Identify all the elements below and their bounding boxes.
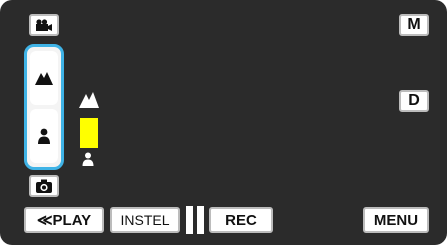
play-button[interactable]: ≪PLAY xyxy=(24,207,104,233)
person-small-icon xyxy=(82,152,94,166)
pause-bar-right xyxy=(197,206,204,234)
person-icon xyxy=(38,128,50,144)
play-label: ≪PLAY xyxy=(36,212,92,229)
mountains-icon xyxy=(35,72,53,85)
manual-mode-button[interactable]: M xyxy=(399,14,429,36)
menu-label: MENU xyxy=(373,211,419,229)
zoom-level-bar xyxy=(80,118,98,148)
manual-mode-label: M xyxy=(407,16,421,33)
pause-bar-left xyxy=(186,206,193,234)
camera-screen: M D ≪PLAY INSTEL REC MENU xyxy=(0,0,447,245)
instel-button[interactable]: INSTEL xyxy=(110,207,180,233)
zoom-wide-button[interactable] xyxy=(30,109,58,163)
display-label: D xyxy=(408,92,420,109)
rec-button[interactable]: REC xyxy=(209,207,273,233)
video-camera-icon xyxy=(36,19,52,31)
zoom-control-group xyxy=(24,44,64,170)
camera-mode-button[interactable] xyxy=(29,175,59,197)
camera-icon xyxy=(36,179,52,193)
menu-button[interactable]: MENU xyxy=(363,207,429,233)
zoom-tele-button[interactable] xyxy=(30,51,58,105)
mountains-small-icon xyxy=(79,92,99,108)
video-mode-button[interactable] xyxy=(29,14,59,36)
instel-label: INSTEL xyxy=(120,212,170,228)
display-button[interactable]: D xyxy=(399,90,429,112)
rec-label: REC xyxy=(225,211,257,229)
